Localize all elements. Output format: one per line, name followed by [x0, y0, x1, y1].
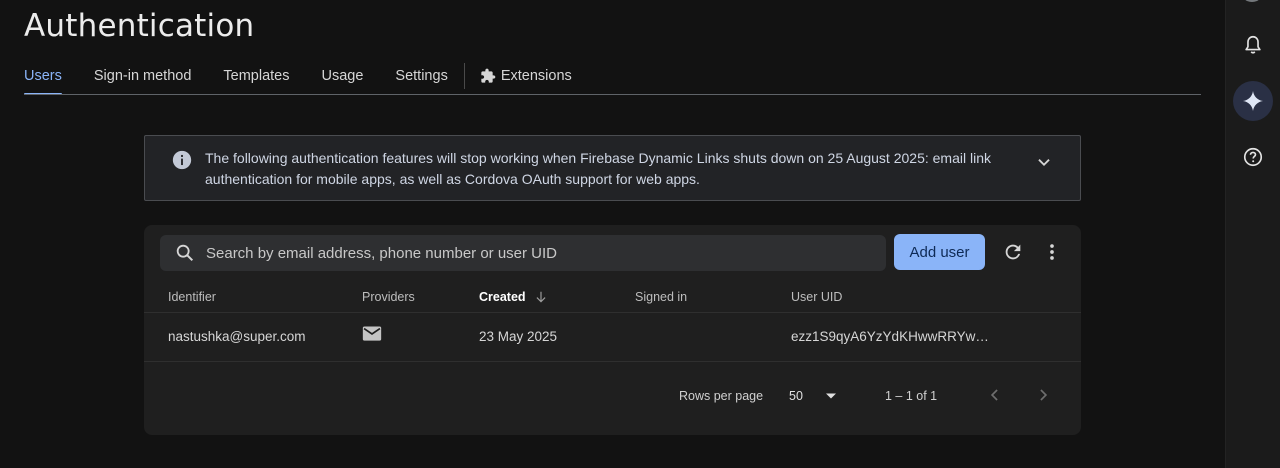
cell-created: 23 May 2025	[479, 329, 558, 344]
rows-per-page-select[interactable]: 50	[789, 385, 837, 407]
rows-per-page-value: 50	[789, 389, 803, 403]
email-icon	[362, 325, 382, 346]
tab-bar: Users Sign-in method Templates Usage Set…	[24, 58, 604, 95]
search-input[interactable]	[206, 244, 886, 262]
add-user-button[interactable]: Add user	[894, 234, 985, 270]
chevron-down-icon[interactable]	[1033, 151, 1055, 178]
search-bar[interactable]	[160, 235, 886, 271]
tab-settings[interactable]: Settings	[395, 58, 447, 94]
tab-sign-in-method[interactable]: Sign-in method	[94, 58, 192, 94]
tab-extensions-label: Extensions	[500, 68, 572, 84]
tab-templates[interactable]: Templates	[223, 58, 289, 94]
column-header-user-uid: User UID	[791, 290, 843, 304]
dropdown-caret-icon	[825, 392, 837, 400]
tab-templates-label: Templates	[223, 68, 290, 84]
column-header-providers: Providers	[362, 290, 415, 304]
info-icon	[171, 149, 193, 176]
tab-settings-label: Settings	[395, 68, 448, 84]
extensions-icon	[480, 68, 496, 84]
arrow-down-icon	[534, 290, 548, 304]
right-rail	[1225, 0, 1280, 468]
gemini-sparkle-icon[interactable]	[1233, 81, 1273, 121]
tab-users-label: Users	[24, 68, 62, 84]
tab-usage-label: Usage	[321, 68, 364, 84]
cell-user-uid: ezz1S9qyA6YzYdKHwwRRYw…	[791, 329, 989, 344]
cell-identifier: nastushka@super.com	[168, 329, 306, 344]
help-icon[interactable]	[1233, 137, 1273, 177]
deprecation-banner: The following authentication features wi…	[144, 135, 1081, 201]
column-header-created-label: Created	[479, 290, 526, 304]
app-root: Authentication Users Sign-in method Temp…	[0, 0, 1280, 468]
table-header: Identifier Providers Created Signed in U…	[144, 283, 1081, 313]
users-card: Add user Identifier Providers Created Si…	[144, 225, 1081, 435]
search-icon	[174, 242, 196, 264]
chevron-left-icon[interactable]	[985, 385, 1005, 405]
pagination: Rows per page 50 1 – 1 of 1	[144, 363, 1081, 435]
tab-sign-in-method-label: Sign-in method	[93, 68, 192, 84]
tab-divider	[463, 63, 465, 89]
column-header-signed-in: Signed in	[635, 290, 688, 304]
chevron-right-icon[interactable]	[1033, 385, 1053, 405]
notifications-bell-icon[interactable]	[1233, 25, 1273, 65]
refresh-icon[interactable]	[999, 238, 1027, 266]
column-header-created[interactable]: Created	[479, 290, 548, 304]
page-title: Authentication	[24, 8, 255, 44]
tabs-divider-line	[24, 94, 1201, 95]
more-vert-icon[interactable]	[1038, 238, 1066, 266]
tab-users[interactable]: Users	[24, 58, 62, 95]
tab-usage[interactable]: Usage	[322, 58, 364, 94]
column-header-identifier: Identifier	[168, 290, 216, 304]
table-row[interactable]: nastushka@super.com 23 May 2025 ezz1S9qy…	[144, 314, 1081, 362]
rows-per-page-label: Rows per page	[679, 389, 764, 403]
pagination-range: 1 – 1 of 1	[885, 389, 938, 403]
tab-extensions[interactable]: Extensions	[480, 58, 572, 94]
banner-message: The following authentication features wi…	[205, 150, 991, 187]
